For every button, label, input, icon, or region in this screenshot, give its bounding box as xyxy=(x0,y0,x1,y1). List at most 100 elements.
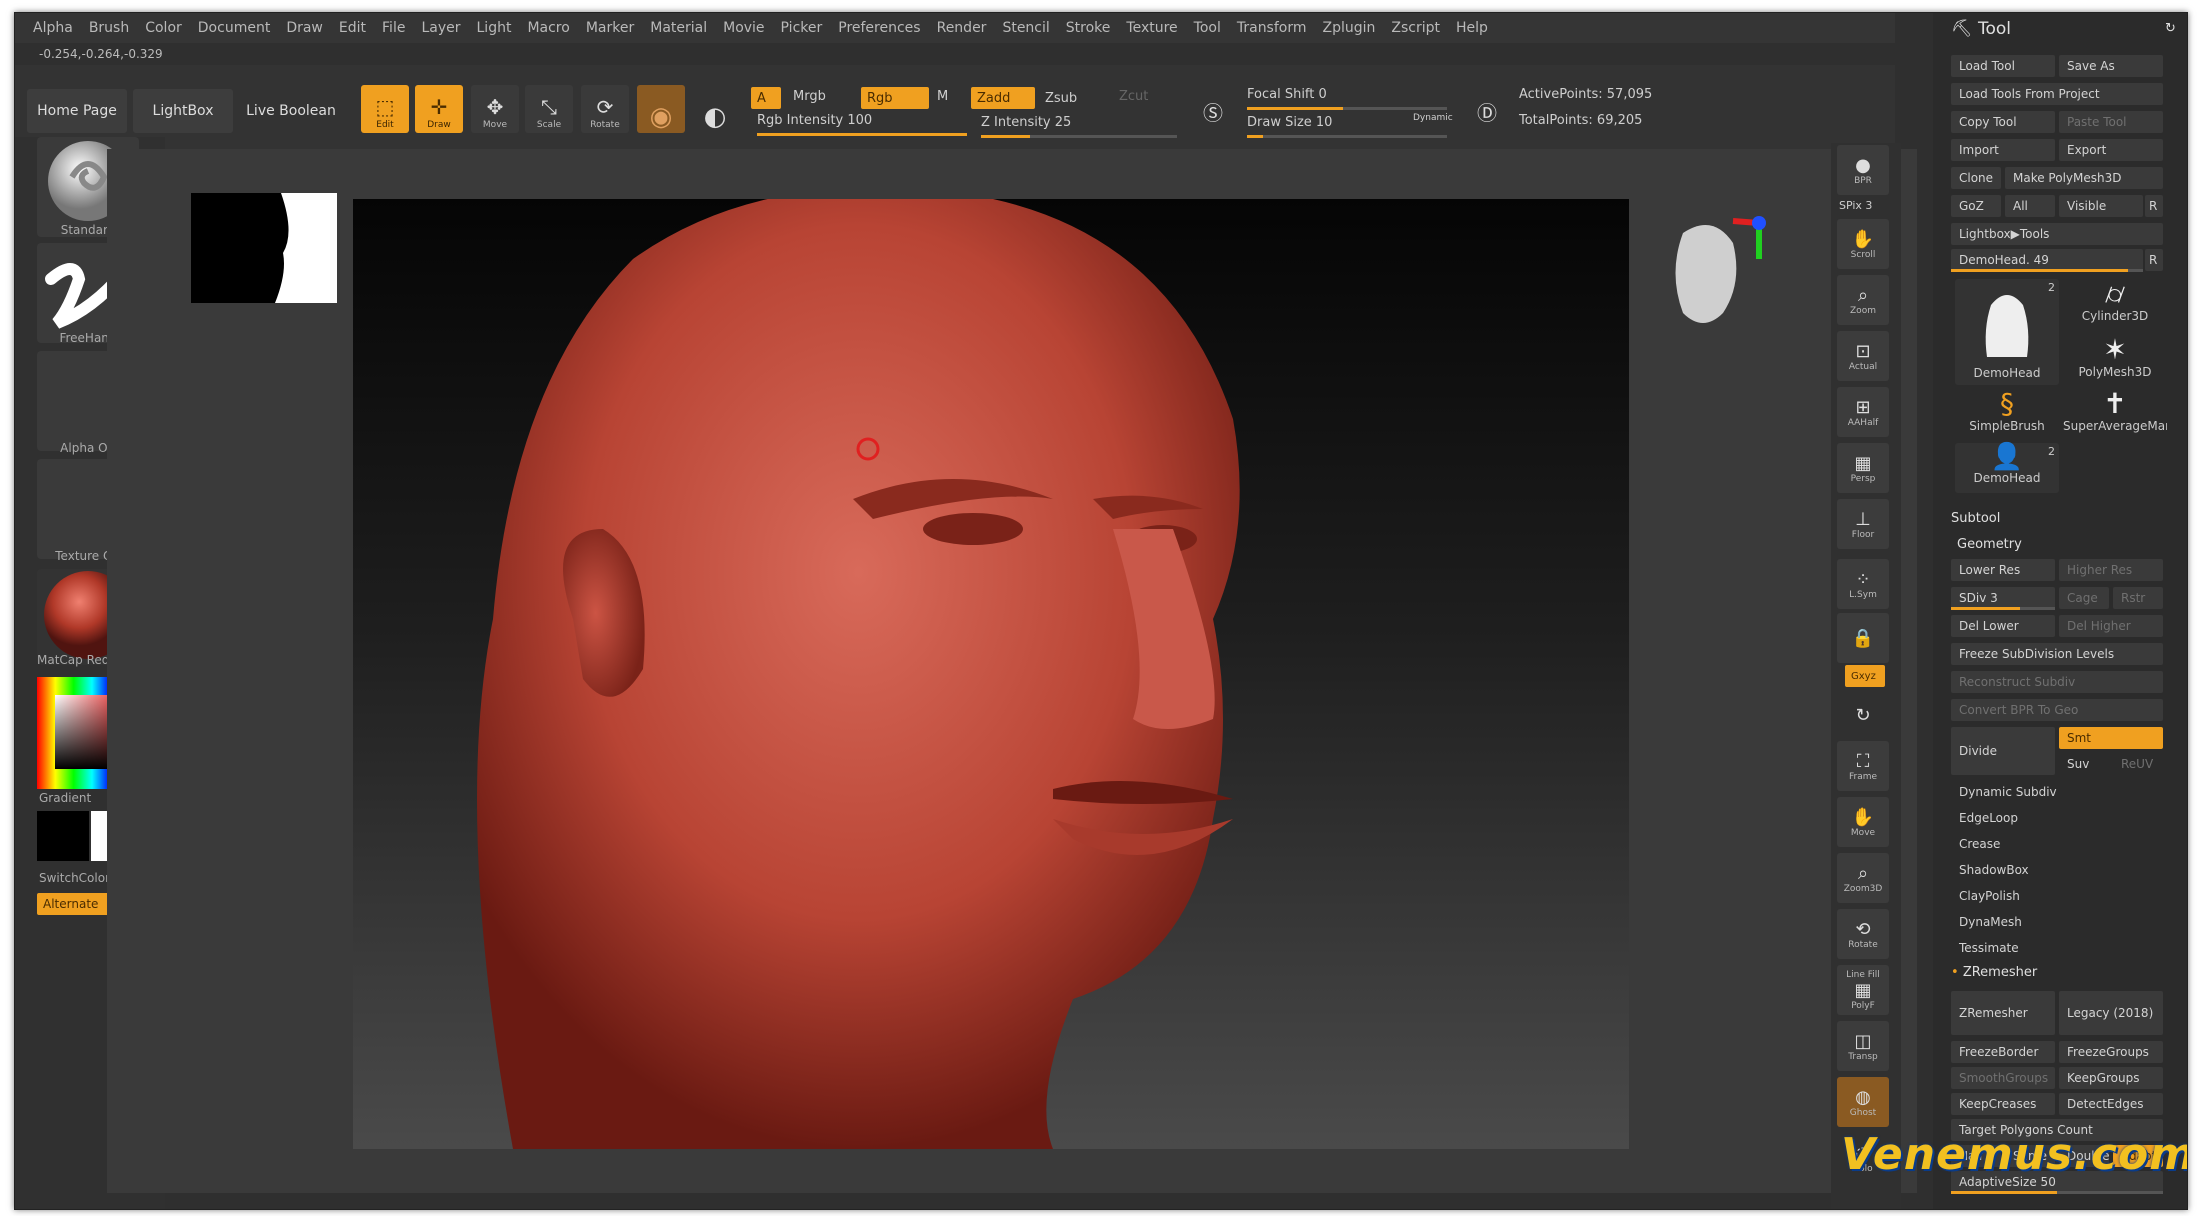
load-tool-button[interactable]: Load Tool xyxy=(1951,55,2055,77)
reuv-button[interactable]: ReUV xyxy=(2113,753,2163,775)
gradient-sphere-button[interactable]: ◐ xyxy=(691,85,739,133)
current-tool-slider[interactable]: DemoHead. 49 xyxy=(1951,249,2143,271)
spotlight-s-button[interactable]: Ⓢ xyxy=(1193,89,1233,129)
goz-r-button[interactable]: R xyxy=(2145,195,2163,217)
lightbox-button[interactable]: LightBox xyxy=(133,89,233,133)
rgb-intensity-slider[interactable] xyxy=(757,133,967,136)
reconstruct-subdiv-button[interactable]: Reconstruct Subdiv xyxy=(1951,671,2163,693)
zcut-toggle[interactable]: Zcut xyxy=(1119,89,1148,104)
gxyz-toggle[interactable]: Gxyz xyxy=(1845,665,1885,687)
focal-shift-slider[interactable] xyxy=(1247,107,1447,110)
smoothgroups-button[interactable]: SmoothGroups xyxy=(1951,1067,2055,1089)
tool-thumb-superaverageman[interactable]: ✝ SuperAverageMan xyxy=(2063,389,2167,439)
menu-document[interactable]: Document xyxy=(198,20,271,36)
zremesher-button[interactable]: ZRemesher xyxy=(1951,991,2055,1035)
higher-res-button[interactable]: Higher Res xyxy=(2059,559,2163,581)
save-as-button[interactable]: Save As xyxy=(2059,55,2163,77)
cage-button[interactable]: Cage xyxy=(2059,587,2109,609)
dynamic-subdiv-section[interactable]: Dynamic Subdiv xyxy=(1951,781,2163,803)
divide-button[interactable]: Divide xyxy=(1951,727,2055,775)
local-symmetry-button[interactable]: ⁘ L.Sym xyxy=(1837,559,1889,609)
menu-movie[interactable]: Movie xyxy=(723,20,764,36)
goz-button[interactable]: GoZ xyxy=(1951,195,2001,217)
document-viewport[interactable] xyxy=(353,199,1629,1149)
menu-render[interactable]: Render xyxy=(937,20,987,36)
tool-thumb-cylinder3d[interactable]: ⌭ Cylinder3D xyxy=(2063,279,2167,329)
sculpted-head-model[interactable] xyxy=(353,199,1629,1149)
menu-layer[interactable]: Layer xyxy=(421,20,460,36)
rgb-toggle[interactable]: Rgb xyxy=(861,87,929,109)
menu-light[interactable]: Light xyxy=(477,20,512,36)
menu-zscript[interactable]: Zscript xyxy=(1391,20,1440,36)
menu-file[interactable]: File xyxy=(382,20,405,36)
lower-res-button[interactable]: Lower Res xyxy=(1951,559,2055,581)
sdiv-slider[interactable]: SDiv 3 xyxy=(1951,587,2055,609)
edgeloop-section[interactable]: EdgeLoop xyxy=(1951,807,2163,829)
goz-visible-button[interactable]: Visible xyxy=(2059,195,2143,217)
clone-button[interactable]: Clone xyxy=(1951,167,2001,189)
menu-preferences[interactable]: Preferences xyxy=(838,20,920,36)
material-button[interactable]: ◉ xyxy=(637,85,685,133)
menu-transform[interactable]: Transform xyxy=(1237,20,1307,36)
zadd-toggle[interactable]: Zadd xyxy=(971,87,1035,109)
menu-alpha[interactable]: Alpha xyxy=(33,20,73,36)
keepcreases-button[interactable]: KeepCreases xyxy=(1951,1093,2055,1115)
zsub-toggle[interactable]: Zsub xyxy=(1045,91,1077,106)
menu-tool[interactable]: Tool xyxy=(1194,20,1221,36)
floor-button[interactable]: ⊥ Floor xyxy=(1837,499,1889,549)
dynamesh-section[interactable]: DynaMesh xyxy=(1951,911,2163,933)
menu-macro[interactable]: Macro xyxy=(527,20,569,36)
keepgroups-button[interactable]: KeepGroups xyxy=(2059,1067,2163,1089)
ghost-button[interactable]: ◍ Ghost xyxy=(1837,1077,1889,1127)
z-intensity-slider[interactable] xyxy=(981,135,1177,138)
zremesher-section[interactable]: • ZRemesher xyxy=(1951,965,2037,980)
tool-thumb-demohead-2[interactable]: 👤 DemoHead 2 xyxy=(1955,443,2059,493)
perspective-button[interactable]: ▦ Persp xyxy=(1837,443,1889,493)
aahalf-button[interactable]: ⊞ AAHalf xyxy=(1837,387,1889,437)
rotate-mode-button[interactable]: ⟳ Rotate xyxy=(581,85,629,133)
main-color-swatch[interactable] xyxy=(37,811,89,861)
tool-thumb-demohead[interactable]: DemoHead 2 xyxy=(1955,279,2059,385)
m-toggle[interactable]: M xyxy=(937,89,948,104)
orientation-gizmo[interactable] xyxy=(1663,213,1783,343)
make-polymesh-button[interactable]: Make PolyMesh3D xyxy=(2005,167,2163,189)
spix-slider[interactable]: SPix 3 xyxy=(1839,199,1872,212)
home-page-button[interactable]: Home Page xyxy=(27,89,127,133)
menu-stroke[interactable]: Stroke xyxy=(1066,20,1111,36)
move-view-button[interactable]: ✋ Move xyxy=(1837,797,1889,847)
bpr-render-button[interactable]: ● BPR xyxy=(1837,145,1889,195)
live-boolean-button[interactable]: Live Boolean xyxy=(239,89,343,133)
smt-toggle[interactable]: Smt xyxy=(2059,727,2163,749)
mrgb-toggle[interactable]: Mrgb xyxy=(793,89,826,104)
tool-thumb-polymesh3d[interactable]: ✶ PolyMesh3D xyxy=(2063,335,2167,385)
scroll-button[interactable]: ✋ Scroll xyxy=(1837,219,1889,269)
tessimate-section[interactable]: Tessimate xyxy=(1951,937,2163,959)
freezeborder-button[interactable]: FreezeBorder xyxy=(1951,1041,2055,1063)
crease-section[interactable]: Crease xyxy=(1951,833,2163,855)
claypolish-section[interactable]: ClayPolish xyxy=(1951,885,2163,907)
axis-rotate-buttons[interactable]: ↻ xyxy=(1837,693,1889,737)
import-button[interactable]: Import xyxy=(1951,139,2055,161)
suv-toggle[interactable]: Suv xyxy=(2059,753,2109,775)
draw-d-button[interactable]: Ⓓ xyxy=(1467,89,1507,129)
del-higher-button[interactable]: Del Higher xyxy=(2059,615,2163,637)
freeze-subdivision-button[interactable]: Freeze SubDivision Levels xyxy=(1951,643,2163,665)
menu-material[interactable]: Material xyxy=(650,20,707,36)
freezegroups-button[interactable]: FreezeGroups xyxy=(2059,1041,2163,1063)
menu-help[interactable]: Help xyxy=(1456,20,1488,36)
palette-reset-icon[interactable]: ↻ xyxy=(2165,21,2176,36)
menu-color[interactable]: Color xyxy=(145,20,182,36)
menu-stencil[interactable]: Stencil xyxy=(1002,20,1049,36)
paste-tool-button[interactable]: Paste Tool xyxy=(2059,111,2163,133)
zoom-button[interactable]: ⌕ Zoom xyxy=(1837,275,1889,325)
frame-button[interactable]: ⛶ Frame xyxy=(1837,741,1889,791)
del-lower-button[interactable]: Del Lower xyxy=(1951,615,2055,637)
menu-picker[interactable]: Picker xyxy=(781,20,823,36)
copy-tool-button[interactable]: Copy Tool xyxy=(1951,111,2055,133)
move-mode-button[interactable]: ✥ Move xyxy=(471,85,519,133)
draw-size-slider[interactable] xyxy=(1247,135,1447,138)
goz-all-button[interactable]: All xyxy=(2005,195,2055,217)
menu-draw[interactable]: Draw xyxy=(286,20,323,36)
legacy-button[interactable]: Legacy (2018) xyxy=(2059,991,2163,1035)
rstr-button[interactable]: Rstr xyxy=(2113,587,2163,609)
